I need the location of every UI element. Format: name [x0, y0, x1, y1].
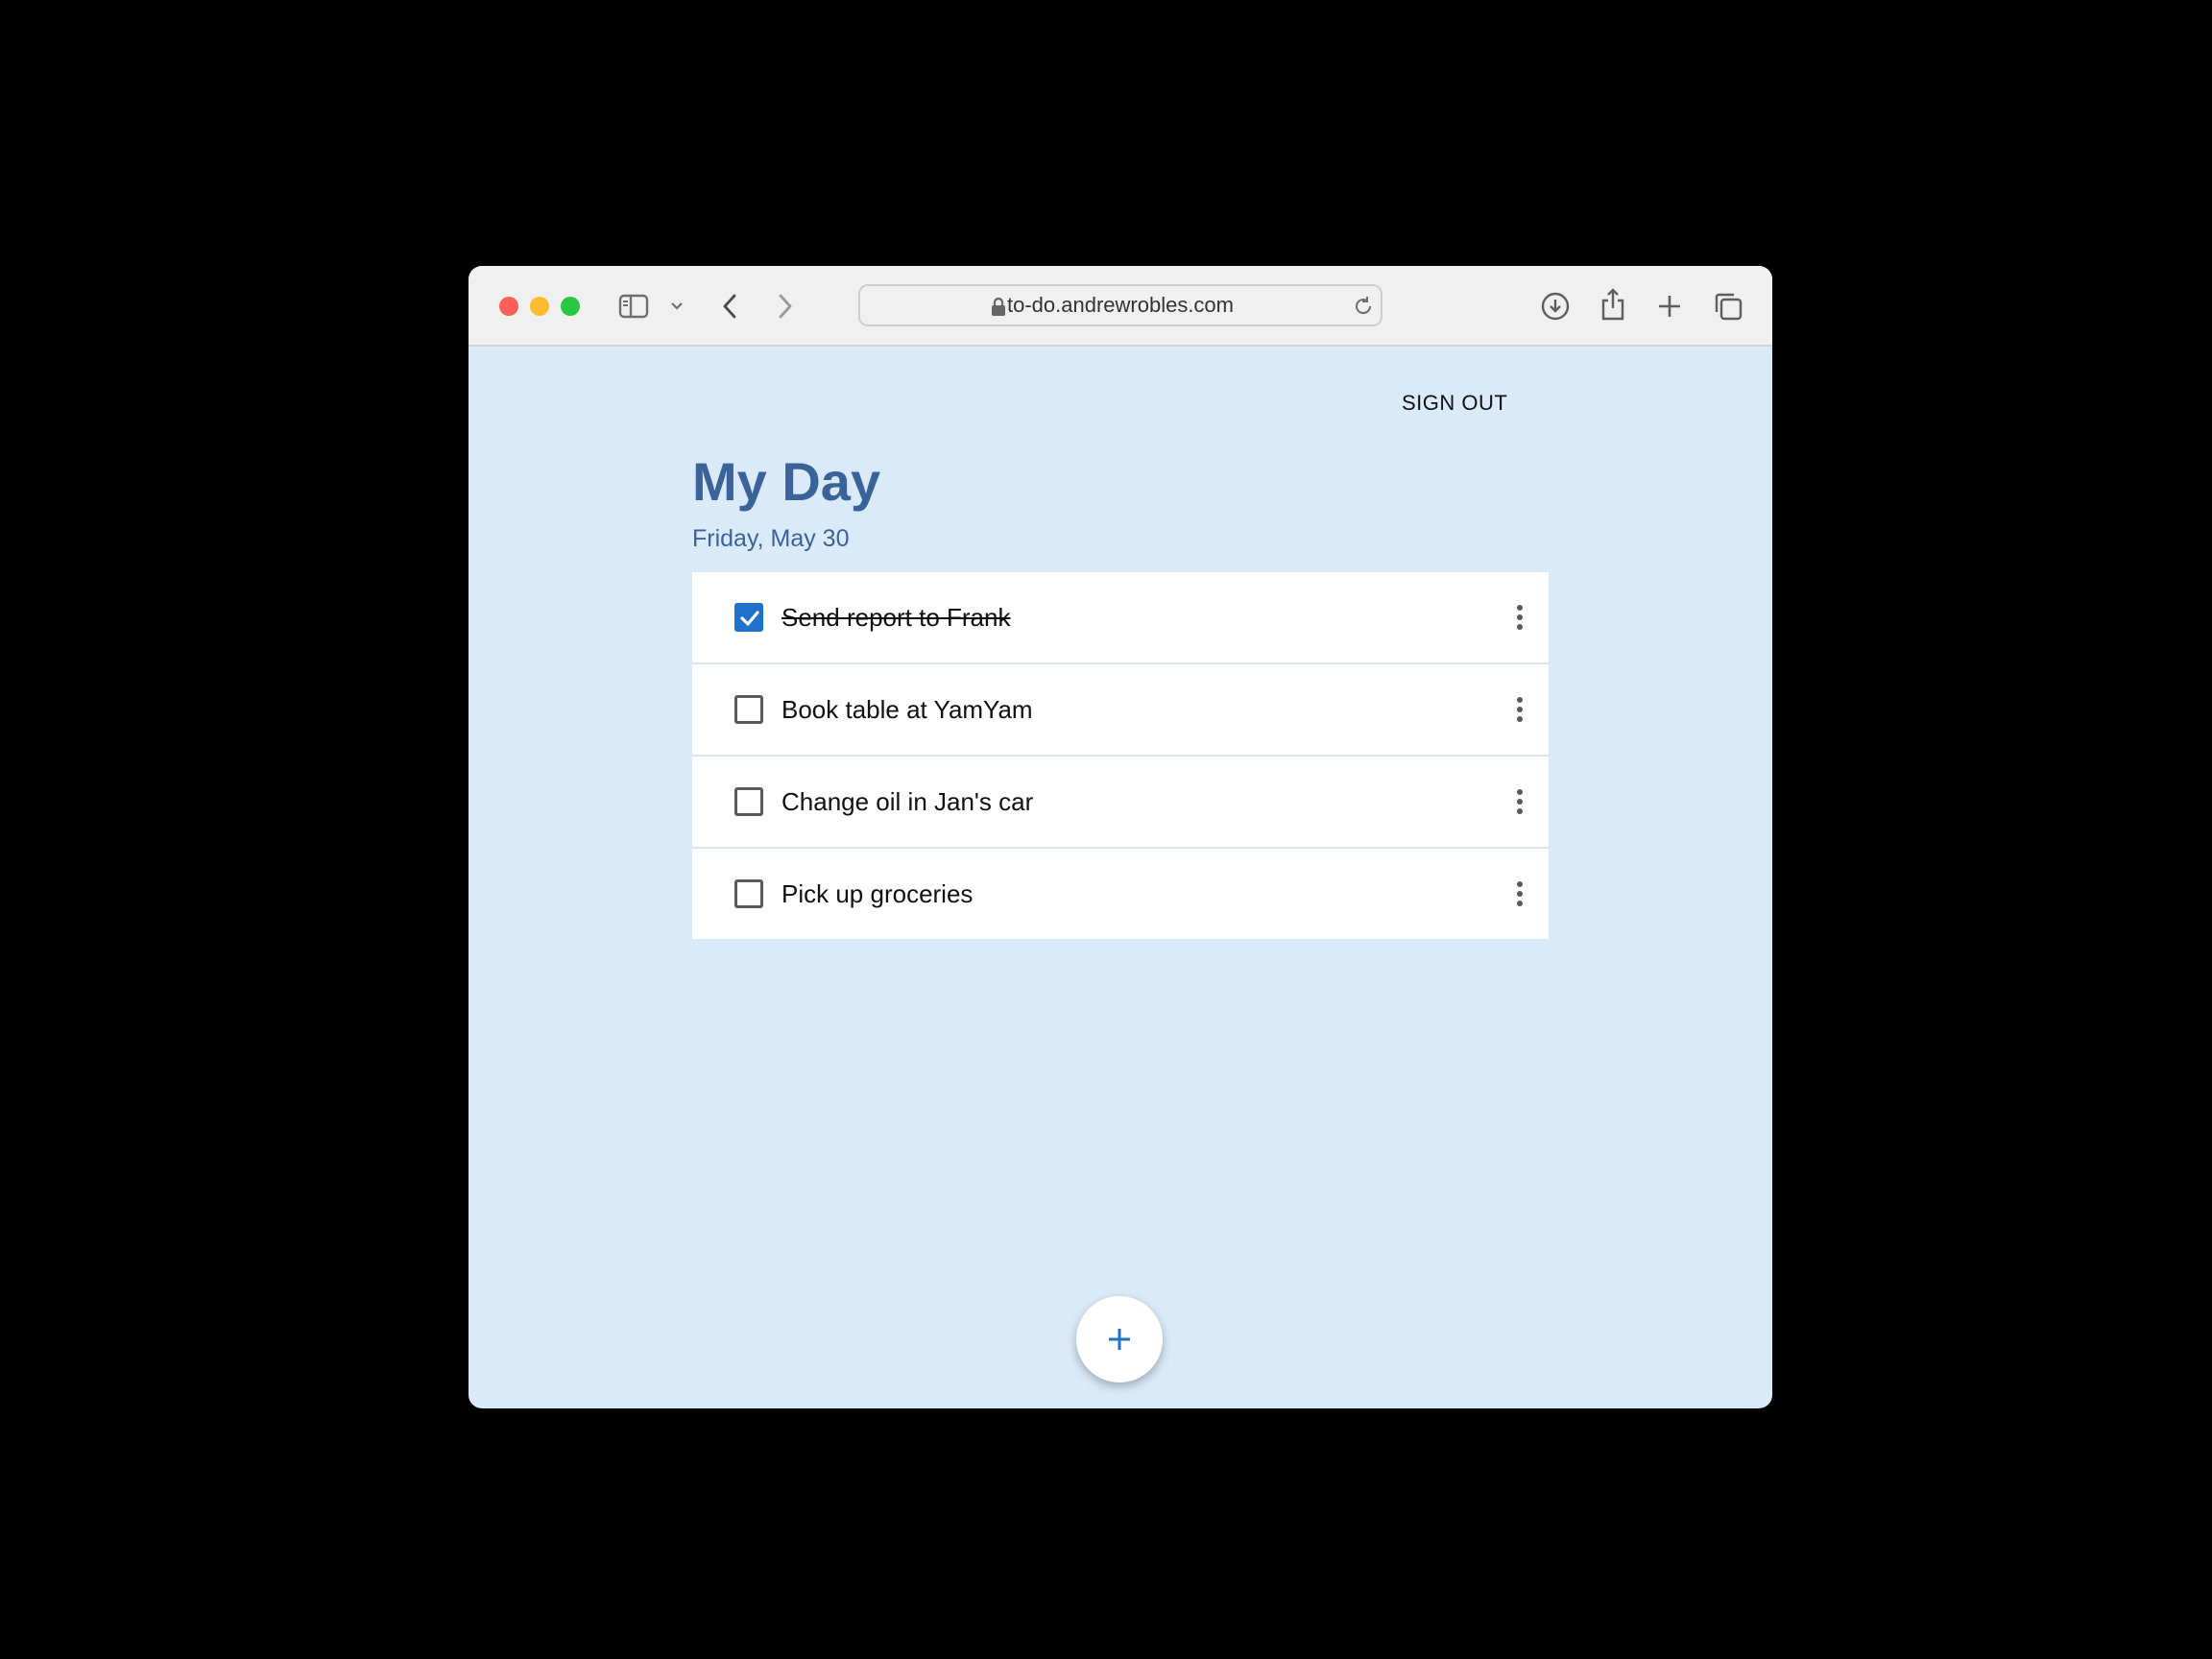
chevron-down-icon[interactable] [670, 301, 684, 312]
page-title: My Day [692, 451, 881, 512]
more-options-icon[interactable] [1516, 605, 1524, 630]
sign-out-button[interactable]: SIGN OUT [1402, 391, 1507, 416]
tabs-overview-icon[interactable] [1713, 291, 1743, 322]
page-content: SIGN OUT My Day Friday, May 30 Send repo… [469, 347, 1772, 1408]
task-checkbox[interactable] [734, 695, 763, 724]
add-task-button[interactable] [1076, 1296, 1163, 1382]
task-label: Book table at YamYam [781, 695, 1033, 724]
task-label: Change oil in Jan's car [781, 787, 1034, 816]
task-row[interactable]: Change oil in Jan's car [692, 757, 1549, 849]
address-bar[interactable]: to-do.andrewrobles.com [858, 284, 1382, 326]
new-tab-icon[interactable] [1656, 293, 1683, 320]
task-row[interactable]: Book table at YamYam [692, 664, 1549, 757]
minimize-window-button[interactable] [530, 297, 549, 316]
checkmark-icon [740, 611, 759, 626]
maximize-window-button[interactable] [561, 297, 580, 316]
task-checkbox[interactable] [734, 879, 763, 908]
task-list: Send report to Frank Book table at YamYa… [692, 572, 1549, 939]
task-row[interactable]: Pick up groceries [692, 849, 1549, 939]
close-window-button[interactable] [499, 297, 518, 316]
sidebar-icon[interactable] [618, 293, 649, 320]
download-icon[interactable] [1540, 291, 1571, 322]
plus-icon [1109, 1329, 1130, 1350]
more-options-icon[interactable] [1516, 789, 1524, 814]
task-row[interactable]: Send report to Frank [692, 572, 1549, 664]
share-icon[interactable] [1599, 287, 1626, 322]
more-options-icon[interactable] [1516, 697, 1524, 722]
lock-icon [992, 297, 1005, 316]
more-options-icon[interactable] [1516, 881, 1524, 906]
task-checkbox[interactable] [734, 787, 763, 816]
browser-toolbar: to-do.andrewrobles.com [469, 266, 1772, 347]
forward-icon[interactable] [776, 293, 795, 320]
task-label: Send report to Frank [781, 603, 1011, 632]
url-text: to-do.andrewrobles.com [1006, 293, 1234, 317]
task-label: Pick up groceries [781, 879, 974, 908]
task-checkbox-checked[interactable] [734, 603, 763, 632]
page-date: Friday, May 30 [692, 525, 850, 552]
browser-window: to-do.andrewrobles.com SIGN OUT My Day F… [469, 266, 1772, 1408]
back-icon[interactable] [720, 293, 739, 320]
reload-icon[interactable] [1352, 295, 1375, 318]
